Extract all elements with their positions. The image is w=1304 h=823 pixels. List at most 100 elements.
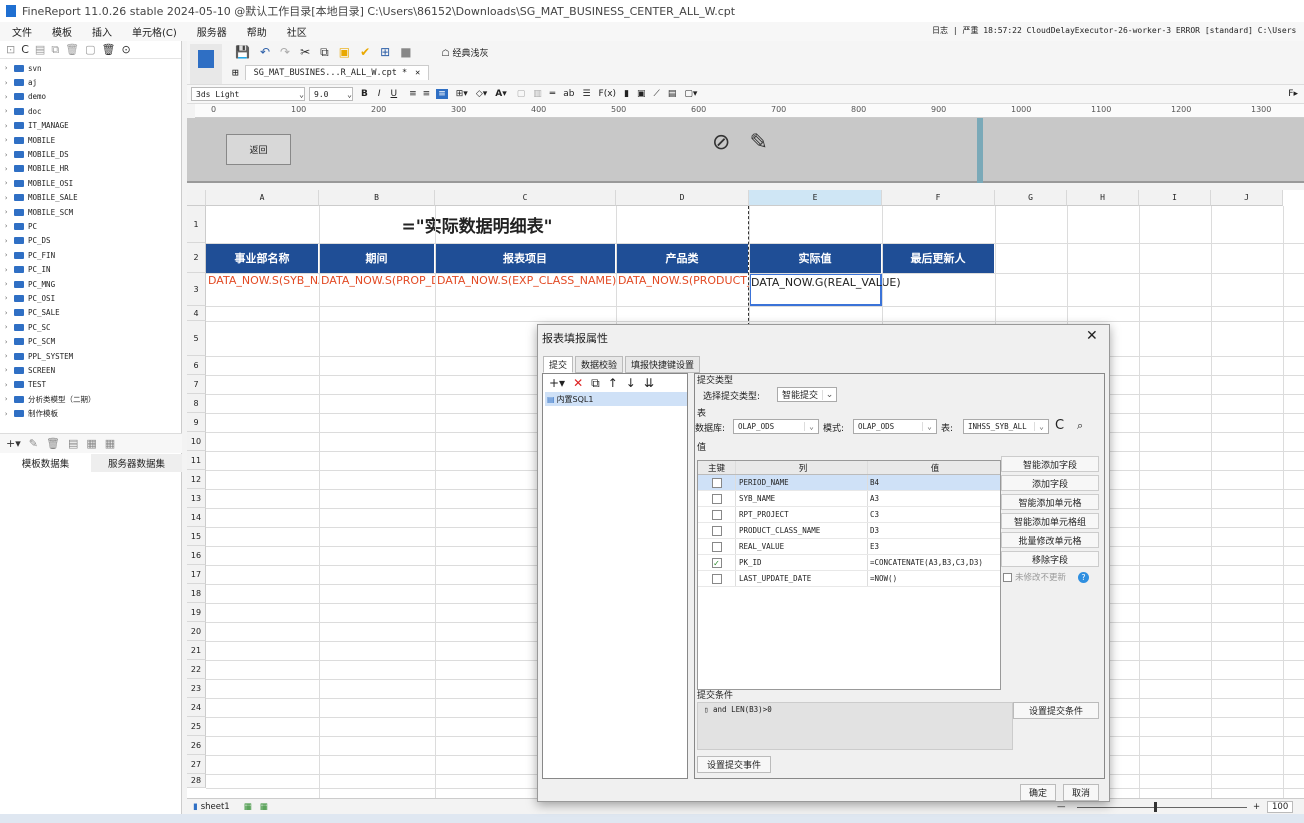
chevron-right-icon[interactable]: › [4, 381, 14, 389]
table-row[interactable]: ✓ PK_ID =CONCATENATE(A3,B3,C3,D3) [698, 555, 1000, 571]
lock-icon[interactable]: ▢ [85, 43, 95, 56]
tree-item[interactable]: › doc [0, 104, 181, 118]
tree-item[interactable]: › MOBILE_SCM [0, 205, 181, 219]
menu-help[interactable]: 帮助 [235, 24, 275, 39]
refresh-icon[interactable]: C [21, 43, 29, 56]
table-row[interactable]: RPT_PROJECT C3 [698, 507, 1000, 523]
menu-cell[interactable]: 单元格(C) [120, 24, 185, 39]
row-header[interactable]: 19 [187, 603, 206, 622]
header-cell[interactable]: 事业部名称 [206, 243, 319, 273]
row-header[interactable]: 5 [187, 321, 206, 356]
value-cell[interactable]: B4 [868, 475, 1000, 490]
column-cell[interactable]: PRODUCT_CLASS_NAME [736, 523, 868, 538]
hide-icon[interactable]: ⊘ [712, 130, 730, 155]
chevron-right-icon[interactable]: › [4, 93, 14, 101]
row-header[interactable]: 15 [187, 527, 206, 546]
menu-community[interactable]: 社区 [275, 24, 315, 39]
preview-icon[interactable]: ▤ [68, 437, 78, 450]
style-button[interactable]: ☖ 经典浅灰 [442, 46, 489, 59]
row-header[interactable]: 13 [187, 489, 206, 508]
smart-add-field-button[interactable]: 智能添加字段 [1001, 456, 1099, 472]
column-cell[interactable]: PERIOD_NAME [736, 475, 868, 490]
move-up-icon[interactable]: ↑ [608, 376, 618, 390]
font-size-select[interactable]: 9.0 ⌄ [309, 87, 353, 101]
tree-item[interactable]: › PC_IN [0, 262, 181, 276]
chevron-right-icon[interactable]: › [4, 165, 14, 173]
list-item[interactable]: ▤ 内置SQL1 [545, 392, 687, 406]
batch-edit-cell-button[interactable]: 批量修改单元格 [1001, 532, 1099, 548]
tree-item[interactable]: › SCREEN [0, 363, 181, 377]
copy-icon[interactable]: ⧉ [591, 376, 600, 391]
chevron-right-icon[interactable]: › [4, 208, 14, 216]
condition-item[interactable]: ▯ and LEN(B3)>0 [704, 705, 772, 714]
server-dataset-icon[interactable]: ▦ [105, 437, 115, 450]
delete-icon[interactable]: 🗑 [65, 43, 79, 56]
tree-item[interactable]: › PC_FIN [0, 248, 181, 262]
row-header[interactable]: 11 [187, 451, 206, 470]
tab-submit[interactable]: 提交 [543, 356, 574, 373]
text-icon[interactable]: ab [563, 89, 574, 99]
param-boundary[interactable] [977, 118, 983, 183]
edit-pencil-icon[interactable]: ✎ [749, 130, 767, 155]
back-button[interactable]: 返回 [226, 134, 291, 165]
undo-icon[interactable]: ↶ [260, 45, 270, 59]
chevron-right-icon[interactable]: › [4, 222, 14, 230]
add-field-button[interactable]: 添加字段 [1001, 475, 1099, 491]
data-cell[interactable]: DATA_NOW.S(PROP_DATE) [319, 273, 435, 306]
close-icon[interactable]: ✕ [1086, 328, 1098, 344]
value-cell[interactable]: E3 [868, 539, 1000, 554]
log-status[interactable]: 日志 | 严重 18:57:22 CloudDelayExecutor-26-w… [932, 25, 1304, 36]
search-icon[interactable]: ⌕ [1077, 419, 1083, 433]
tree-item[interactable]: › TEST [0, 378, 181, 392]
slash-icon[interactable]: ⟋ [654, 89, 660, 99]
subreport-icon[interactable]: ▤ [668, 89, 677, 99]
remove-field-button[interactable]: 移除字段 [1001, 551, 1099, 567]
primary-key-checkbox[interactable] [711, 541, 722, 552]
row-header[interactable]: 28 [187, 774, 206, 788]
row-header[interactable]: 23 [187, 679, 206, 698]
chevron-right-icon[interactable]: › [4, 79, 14, 87]
tree-item[interactable]: › MOBILE_SALE [0, 191, 181, 205]
move-down-icon[interactable]: ↓ [626, 376, 636, 390]
schema-select[interactable]: OLAP_ODS ⌄ [853, 419, 937, 434]
row-header[interactable]: 1 [187, 206, 206, 243]
primary-key-checkbox[interactable] [711, 477, 722, 488]
tab-validation[interactable]: 数据校验 [575, 356, 624, 373]
value-cell[interactable]: C3 [868, 507, 1000, 522]
col-header-column[interactable]: 列 [736, 461, 868, 474]
row-header[interactable]: 9 [187, 413, 206, 432]
merge-icon[interactable]: ▢ [517, 89, 526, 99]
unchanged-no-update-option[interactable]: 未修改不更新 ? [1003, 571, 1090, 583]
menu-file[interactable]: 文件 [0, 24, 40, 39]
menu-insert[interactable]: 插入 [80, 24, 120, 39]
column-header[interactable]: D [616, 190, 749, 206]
refresh-icon[interactable]: C [1055, 418, 1064, 433]
value-cell[interactable]: D3 [868, 523, 1000, 538]
cut-icon[interactable]: ✂ [300, 45, 310, 59]
header-cell[interactable]: 实际值 [749, 243, 882, 273]
chevron-right-icon[interactable]: › [4, 237, 14, 245]
tree-item[interactable]: › 制作模板 [0, 406, 181, 420]
row-header[interactable]: 24 [187, 698, 206, 717]
chevron-right-icon[interactable]: › [4, 309, 14, 317]
locate-icon[interactable]: ⊙ [122, 43, 131, 56]
tree-item[interactable]: › aj [0, 75, 181, 89]
table-row[interactable]: PERIOD_NAME B4 [698, 475, 1000, 491]
new-template-button[interactable] [190, 44, 222, 84]
ok-button[interactable]: 确定 [1020, 784, 1056, 801]
primary-key-checkbox[interactable]: ✓ [711, 557, 722, 568]
primary-key-checkbox[interactable] [711, 525, 722, 536]
chevron-right-icon[interactable]: › [4, 194, 14, 202]
set-condition-button[interactable]: 设置提交条件 [1013, 702, 1099, 719]
add-poly-sheet-icon[interactable]: ▦ [260, 802, 268, 812]
tab-shortcut[interactable]: 填报快捷键设置 [625, 356, 701, 373]
chart-icon[interactable]: ▮ [624, 89, 629, 99]
primary-key-checkbox[interactable] [711, 509, 722, 520]
zoom-in-icon[interactable]: + [1253, 802, 1260, 812]
header-cell[interactable]: 期间 [319, 243, 435, 273]
col-header-key[interactable]: 主键 [698, 461, 736, 474]
chevron-right-icon[interactable]: › [4, 122, 14, 130]
copy-icon[interactable]: ⧉ [51, 43, 59, 57]
tree-item[interactable]: › PC [0, 219, 181, 233]
doc-tab[interactable]: SG_MAT_BUSINES...R_ALL_W.cpt * ✕ [244, 64, 430, 80]
